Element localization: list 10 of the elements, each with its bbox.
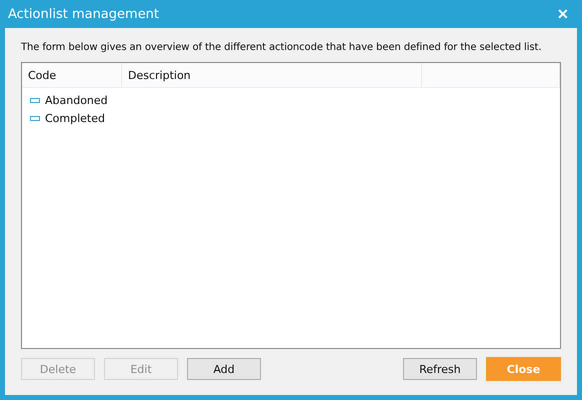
refresh-button[interactable]: Refresh — [403, 358, 477, 380]
add-button[interactable]: Add — [187, 358, 261, 380]
column-header[interactable]: Description — [122, 63, 422, 87]
window-title: Actionlist management — [8, 6, 160, 22]
rectangle-icon — [30, 116, 40, 120]
code-cell[interactable]: Abandoned — [45, 94, 108, 106]
code-cell[interactable]: Completed — [45, 112, 105, 124]
intro-text: The form below gives an overview of the different actioncode that have been defined for the selected list. — [21, 42, 542, 53]
column-header[interactable]: Code — [22, 63, 122, 87]
rectangle-icon — [30, 98, 40, 102]
